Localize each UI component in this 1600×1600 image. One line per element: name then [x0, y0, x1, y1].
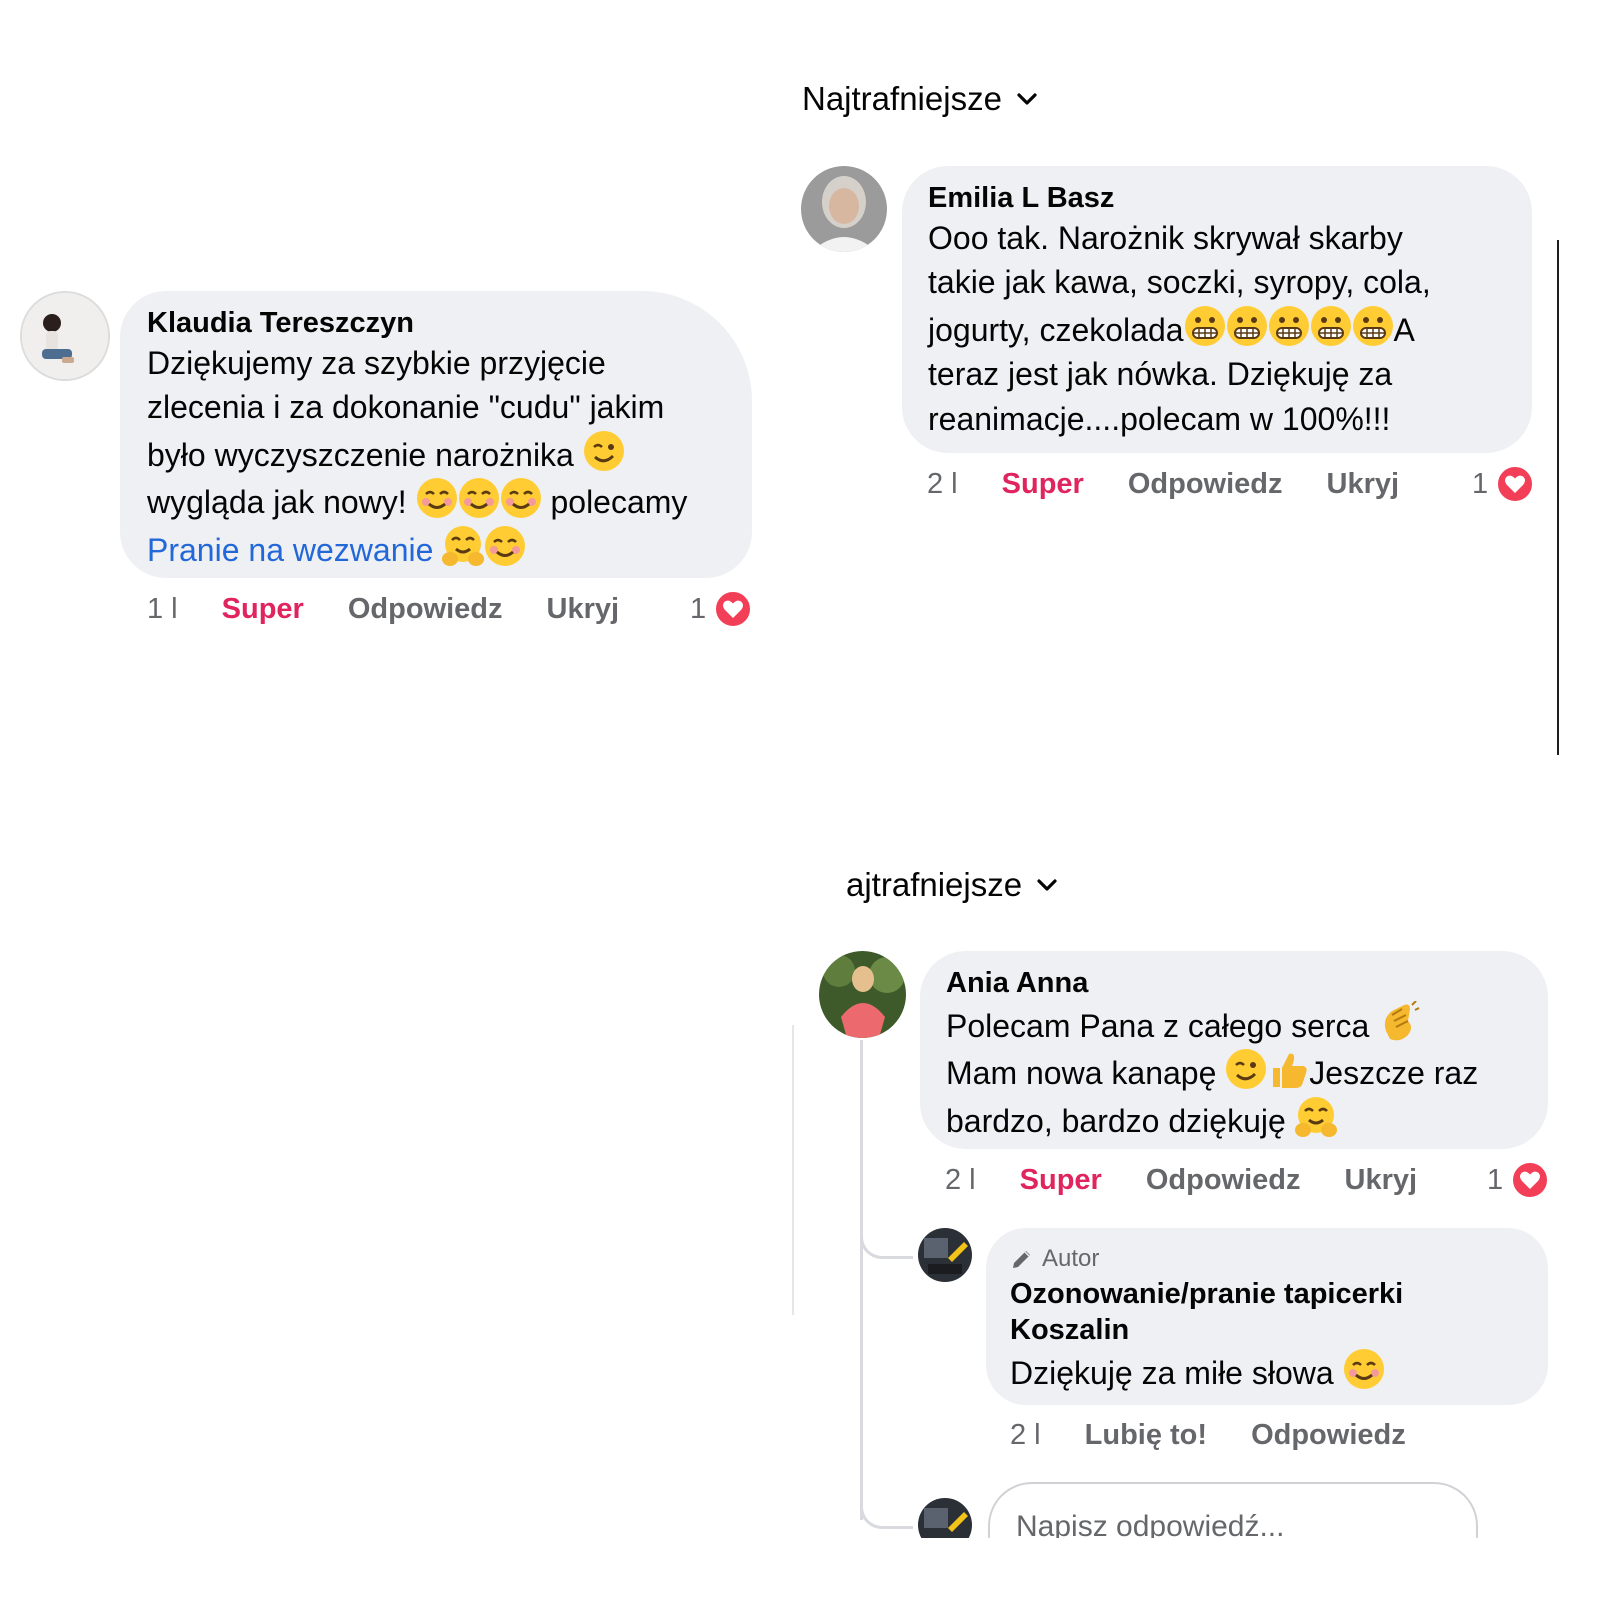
hugging-face-icon	[442, 525, 485, 566]
comment-author[interactable]: Emilia L Basz	[928, 180, 1512, 216]
avatar[interactable]	[801, 166, 887, 252]
comment-author[interactable]: Klaudia Tereszczyn	[147, 305, 732, 341]
profile-photo	[801, 166, 887, 252]
reaction-summary[interactable]: 1	[1472, 465, 1535, 503]
grimacing-face-icon	[1310, 305, 1351, 346]
smiling-face-icon	[485, 525, 526, 566]
smiling-face-icon	[500, 478, 541, 519]
avatar[interactable]	[918, 1228, 972, 1282]
reply-bubble: Autor Ozonowanie/pranie tapicerki Koszal…	[986, 1228, 1548, 1405]
chevron-down-icon	[1037, 879, 1057, 891]
timestamp[interactable]: 2 l	[945, 1164, 976, 1197]
comment-actions: 2 l Super Odpowiedz Ukryj	[927, 468, 1399, 501]
thread-line	[860, 1040, 863, 1520]
timestamp[interactable]: 2 l	[927, 468, 958, 501]
smiling-face-icon	[1343, 1349, 1384, 1389]
pencil-icon	[1013, 1251, 1030, 1268]
hide-button[interactable]: Ukryj	[1327, 468, 1400, 501]
reaction-button[interactable]: Super	[1020, 1164, 1102, 1197]
reaction-count: 1	[1487, 1163, 1504, 1196]
comment-actions: 1 l Super Odpowiedz Ukryj	[147, 593, 619, 626]
reaction-summary[interactable]: 1	[1487, 1161, 1550, 1199]
heart-icon	[1496, 465, 1535, 503]
reply-button[interactable]: Odpowiedz	[1251, 1419, 1406, 1452]
comment-actions: 2 l Super Odpowiedz Ukryj	[945, 1164, 1417, 1197]
sort-dropdown[interactable]: ajtrafniejsze	[846, 866, 1058, 904]
profile-photo	[918, 1228, 972, 1282]
grimacing-face-icon	[1268, 305, 1309, 346]
reply-actions: 2 l Lubię to! Odpowiedz	[1010, 1419, 1406, 1452]
divider	[1557, 240, 1559, 755]
clapping-hands-icon	[1385, 1001, 1420, 1041]
page-link[interactable]: Pranie na wezwanie	[147, 532, 433, 568]
reaction-count: 1	[690, 592, 707, 625]
smiling-face-icon	[458, 478, 499, 519]
sort-label: Najtrafniejsze	[802, 80, 1002, 117]
avatar[interactable]	[20, 291, 110, 381]
hide-button[interactable]: Ukryj	[1345, 1164, 1418, 1197]
avatar[interactable]	[819, 951, 906, 1038]
comment-bubble: Ania Anna Polecam Pana z całego serca Ma…	[920, 951, 1548, 1149]
comment-bubble: Klaudia Tereszczyn Dziękujemy za szybkie…	[120, 291, 752, 578]
comment-text: Ooo tak. Narożnik skrywał skarby takie j…	[928, 220, 1431, 437]
hugging-face-icon	[1294, 1096, 1337, 1137]
thumbs-up-icon	[1273, 1054, 1307, 1089]
grimacing-face-icon	[1184, 305, 1225, 346]
thread-branch	[860, 1490, 913, 1529]
heart-icon	[714, 590, 753, 628]
reply-author[interactable]: Ozonowanie/pranie tapicerki Koszalin	[1010, 1276, 1528, 1348]
grimacing-face-icon	[1352, 305, 1393, 346]
heart-icon	[1511, 1161, 1550, 1199]
timestamp[interactable]: 2 l	[1010, 1419, 1041, 1452]
comment-bubble: Emilia L Basz Ooo tak. Narożnik skrywał …	[902, 166, 1532, 453]
reaction-count: 1	[1472, 467, 1489, 500]
reaction-button[interactable]: Super	[222, 593, 304, 626]
winking-face-icon	[583, 430, 624, 471]
reply-button[interactable]: Odpowiedz	[348, 593, 503, 626]
sort-label: ajtrafniejsze	[846, 866, 1023, 903]
smiling-face-icon	[416, 478, 457, 519]
author-badge: Autor	[1010, 1244, 1528, 1274]
timestamp[interactable]: 1 l	[147, 593, 178, 626]
reply-button[interactable]: Odpowiedz	[1146, 1164, 1301, 1197]
sort-dropdown[interactable]: Najtrafniejsze	[802, 80, 1038, 118]
reaction-button[interactable]: Super	[1002, 468, 1084, 501]
comment-text: Polecam Pana z całego serca Mam nowa kan…	[946, 1001, 1528, 1143]
reaction-summary[interactable]: 1	[690, 590, 753, 628]
divider	[792, 1025, 794, 1315]
reply-text: Dziękuję za miłe słowa	[1010, 1348, 1528, 1395]
thread-branch	[860, 1220, 913, 1259]
reply-button[interactable]: Odpowiedz	[1128, 468, 1283, 501]
chevron-down-icon	[1017, 93, 1037, 105]
hide-button[interactable]: Ukryj	[547, 593, 620, 626]
grimacing-face-icon	[1226, 305, 1267, 346]
comment-text: Dziękujemy za szybkie przyjęcie zlecenia…	[147, 345, 688, 568]
winking-face-icon	[1226, 1049, 1267, 1090]
profile-photo	[819, 951, 906, 1038]
like-button[interactable]: Lubię to!	[1085, 1419, 1207, 1452]
reply-input[interactable]: Napisz odpowiedź...	[988, 1482, 1478, 1543]
bottom-mask	[0, 1538, 1600, 1600]
comment-author[interactable]: Ania Anna	[946, 965, 1528, 1001]
profile-photo	[22, 293, 108, 379]
